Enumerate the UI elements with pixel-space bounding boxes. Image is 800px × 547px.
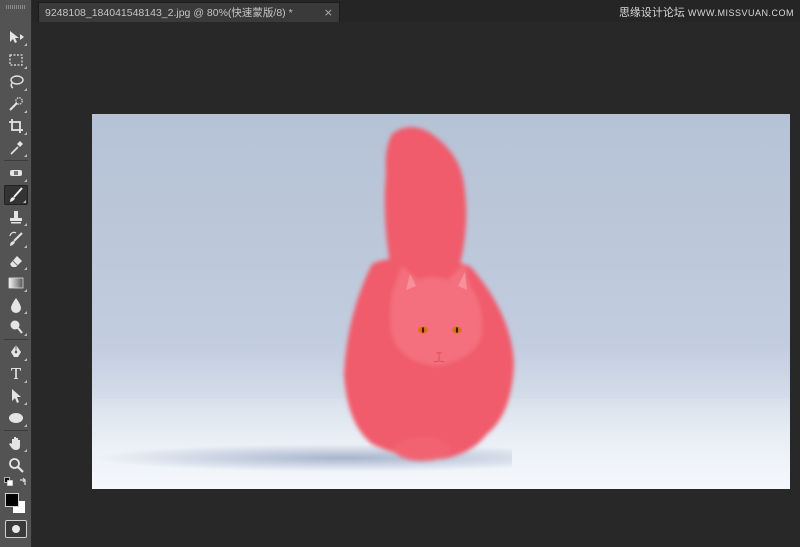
- crop-icon: [9, 119, 23, 133]
- brush-icon: [10, 187, 23, 202]
- cat-quick-mask: [344, 127, 514, 461]
- document-tab-bar: 9248108_184041548143_2.jpg @ 80%(快速蒙版/8)…: [32, 0, 800, 22]
- spot-healing-tool[interactable]: [4, 163, 28, 183]
- ellipse-tool[interactable]: [4, 408, 28, 428]
- quick-mask-icon: [12, 525, 20, 533]
- image-canvas[interactable]: [92, 114, 790, 489]
- dodge-icon: [10, 320, 23, 334]
- document-tab[interactable]: 9248108_184041548143_2.jpg @ 80%(快速蒙版/8)…: [38, 2, 340, 22]
- swap-colors-icon[interactable]: [19, 477, 28, 486]
- type-icon: T: [10, 365, 21, 383]
- blur-tool[interactable]: [4, 295, 28, 315]
- clone-stamp-tool[interactable]: [4, 207, 28, 227]
- move-tool[interactable]: [4, 27, 28, 47]
- move-icon: [10, 31, 24, 43]
- history-brush-icon: [9, 231, 23, 246]
- path-selection-icon: [12, 389, 21, 403]
- watermark: 思缘设计论坛 WWW.MISSVUAN.COM: [619, 4, 794, 20]
- lasso-icon: [10, 75, 24, 89]
- brush-tool[interactable]: [4, 185, 28, 205]
- hand-icon: [9, 437, 20, 450]
- default-colors-icon[interactable]: [4, 477, 13, 486]
- quick-mask-button[interactable]: [5, 520, 27, 538]
- eraser-tool[interactable]: [4, 251, 28, 271]
- tools-panel: T: [0, 0, 32, 547]
- document-title: 9248108_184041548143_2.jpg @ 80%(快速蒙版/8)…: [45, 7, 293, 19]
- crop-tool[interactable]: [4, 116, 28, 136]
- gradient-tool[interactable]: [4, 273, 28, 293]
- lasso-tool[interactable]: [4, 72, 28, 92]
- zoom-tool[interactable]: [4, 455, 28, 475]
- quick-mask-overlay: [344, 127, 514, 461]
- marquee-tool[interactable]: [4, 50, 28, 70]
- history-brush-tool[interactable]: [4, 229, 28, 249]
- ellipse-icon: [9, 413, 23, 423]
- pen-icon: [11, 345, 21, 357]
- gradient-icon: [8, 277, 24, 289]
- eraser-icon: [10, 256, 22, 267]
- stamp-icon: [10, 211, 22, 224]
- hand-tool[interactable]: [4, 433, 28, 453]
- foreground-color-swatch[interactable]: [5, 493, 19, 507]
- eyedropper-tool[interactable]: [4, 138, 28, 158]
- quick-selection-tool[interactable]: [4, 94, 28, 114]
- healing-icon: [10, 170, 22, 176]
- watermark-chinese: 思缘设计论坛: [618, 7, 685, 19]
- pen-tool[interactable]: [4, 342, 28, 362]
- panel-grip[interactable]: [6, 5, 26, 9]
- marquee-icon: [9, 54, 23, 66]
- eyedropper-icon: [10, 141, 23, 155]
- watermark-brand: WWW.MISSVUAN.COM: [688, 8, 794, 18]
- zoom-icon: [9, 458, 24, 473]
- dodge-tool[interactable]: [4, 317, 28, 337]
- type-tool[interactable]: T: [4, 364, 28, 384]
- close-icon[interactable]: ×: [324, 6, 333, 19]
- quick-selection-icon: [9, 97, 23, 111]
- path-selection-tool[interactable]: [4, 386, 28, 406]
- blur-drop-icon: [11, 298, 21, 313]
